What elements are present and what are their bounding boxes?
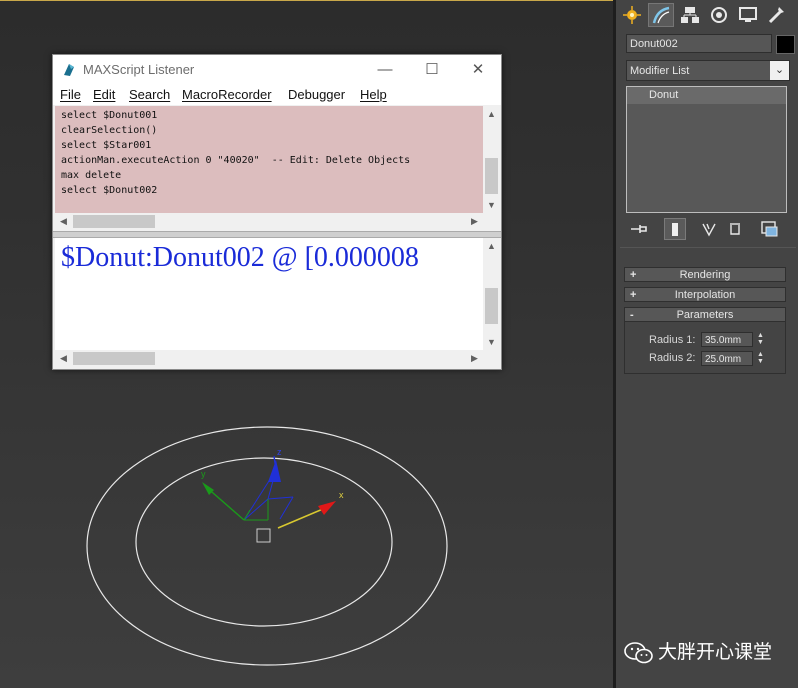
stack-separator — [620, 247, 796, 248]
scroll-down-arrow-icon[interactable]: ▼ — [483, 337, 500, 347]
scrollbar-thumb[interactable] — [73, 215, 155, 228]
scrollbar-thumb[interactable] — [485, 158, 498, 194]
scroll-left-arrow-icon[interactable]: ◀ — [55, 216, 72, 227]
tab-modify[interactable] — [648, 3, 674, 27]
window-title: MAXScript Listener — [83, 62, 195, 77]
modifier-list-dropdown[interactable]: Modifier List — [626, 60, 790, 81]
macro-line: select $Donut001 — [61, 110, 158, 121]
rollout-label: Interpolation — [674, 289, 736, 301]
watermark-text: 大胖开心课堂 — [658, 642, 773, 663]
macro-line: select $Donut002 — [61, 185, 158, 196]
rollout-rendering[interactable]: + Rendering — [624, 267, 786, 282]
listener-output-pane[interactable]: $Donut:Donut002 @ [0.000008 — [55, 238, 483, 350]
menu-macrorecorder[interactable]: MacroRecorder — [182, 87, 272, 102]
create-icon — [623, 6, 641, 24]
maxscript-app-icon — [64, 64, 74, 76]
tab-motion[interactable] — [706, 3, 732, 27]
scroll-down-arrow-icon[interactable]: ▼ — [483, 200, 500, 210]
stack-toolbar — [626, 218, 790, 240]
object-name-field[interactable]: Donut002 — [626, 34, 772, 53]
motion-icon — [711, 7, 727, 23]
menu-debugger[interactable]: Debugger — [288, 87, 345, 102]
scrollbar-thumb[interactable] — [485, 288, 498, 324]
rollout-expand-icon: + — [630, 289, 637, 301]
output-horizontal-scrollbar[interactable]: ◀ ▶ — [55, 350, 483, 367]
rollout-expand-icon: + — [630, 269, 637, 281]
configure-modifier-sets-icon[interactable] — [758, 218, 780, 240]
macro-line: max delete — [61, 170, 122, 181]
radius1-spinner[interactable]: ▲ ▼ — [755, 332, 766, 347]
object-color-swatch[interactable] — [776, 35, 795, 54]
radius2-spinner[interactable]: ▲ ▼ — [755, 351, 766, 366]
stack-item-donut[interactable]: Donut — [627, 87, 786, 104]
maximize-button[interactable]: ☐ — [409, 55, 455, 85]
radius1-label: Radius 1: — [649, 334, 696, 346]
macro-recorder-pane[interactable]: select $Donut001 clearSelection() select… — [55, 106, 483, 213]
macro-line: select $Star001 — [61, 140, 152, 151]
menu-help[interactable]: Help — [360, 87, 387, 102]
modifier-stack[interactable]: Donut — [626, 86, 787, 213]
hierarchy-icon — [681, 7, 699, 23]
radius2-label: Radius 2: — [649, 352, 696, 364]
scroll-up-arrow-icon[interactable]: ▲ — [483, 241, 500, 251]
listener-titlebar[interactable]: MAXScript Listener — ☐ ✕ — [53, 55, 501, 85]
close-button[interactable]: ✕ — [455, 55, 501, 85]
radius2-input[interactable]: 25.0mm — [701, 351, 753, 366]
wechat-icon — [624, 642, 653, 664]
rollout-collapse-icon: - — [630, 309, 634, 321]
rollout-label: Rendering — [679, 269, 731, 281]
donut-outer-ring — [86, 426, 448, 666]
chevron-down-icon[interactable]: ⌄ — [770, 61, 789, 80]
rollout-interpolation[interactable]: + Interpolation — [624, 287, 786, 302]
rollout-label: Parameters — [676, 309, 734, 321]
tab-display[interactable] — [735, 3, 761, 27]
display-icon — [739, 7, 757, 22]
axis-x-label: x — [339, 490, 344, 500]
listener-menubar: File Edit Search MacroRecorder Debugger … — [53, 85, 501, 105]
maxscript-listener-window[interactable]: MAXScript Listener — ☐ ✕ File Edit Searc… — [52, 54, 502, 370]
pin-stack-icon[interactable] — [628, 218, 650, 240]
command-panel-tabs — [616, 3, 798, 29]
show-end-result-icon — [672, 223, 678, 236]
axis-y-label: y — [201, 469, 206, 479]
scroll-right-arrow-icon[interactable]: ▶ — [466, 216, 483, 227]
tab-create[interactable] — [619, 3, 645, 27]
pane-splitter[interactable] — [53, 231, 501, 238]
menu-edit[interactable]: Edit — [93, 87, 115, 102]
rollout-parameters[interactable]: - Parameters — [624, 307, 786, 322]
make-unique-icon[interactable] — [698, 218, 720, 240]
scrollbar-thumb[interactable] — [73, 352, 155, 365]
modify-icon — [652, 6, 670, 24]
minimize-button[interactable]: — — [362, 55, 408, 85]
tab-utilities[interactable] — [764, 3, 790, 27]
menu-file[interactable]: File — [60, 87, 81, 102]
transform-gizmo — [202, 455, 336, 543]
menu-search[interactable]: Search — [129, 87, 170, 102]
output-vertical-scrollbar[interactable]: ▲ ▼ — [483, 238, 500, 350]
macro-line: clearSelection() — [61, 125, 158, 136]
macro-vertical-scrollbar[interactable]: ▲ ▼ — [483, 106, 500, 213]
axis-z-label: z — [277, 447, 282, 457]
scroll-up-arrow-icon[interactable]: ▲ — [483, 109, 500, 119]
macro-horizontal-scrollbar[interactable]: ◀ ▶ — [55, 213, 483, 230]
show-end-result-button[interactable] — [664, 218, 686, 240]
radius1-input[interactable]: 35.0mm — [701, 332, 753, 347]
scroll-right-arrow-icon[interactable]: ▶ — [466, 353, 483, 364]
listener-output-text: $Donut:Donut002 @ [0.000008 — [61, 242, 419, 273]
scroll-left-arrow-icon[interactable]: ◀ — [55, 353, 72, 364]
watermark: 大胖开心课堂 — [624, 640, 798, 666]
tab-hierarchy[interactable] — [677, 3, 703, 27]
utilities-icon — [768, 7, 784, 24]
macro-line: actionMan.executeAction 0 "40020" -- Edi… — [61, 155, 411, 166]
remove-modifier-icon[interactable] — [724, 218, 746, 240]
